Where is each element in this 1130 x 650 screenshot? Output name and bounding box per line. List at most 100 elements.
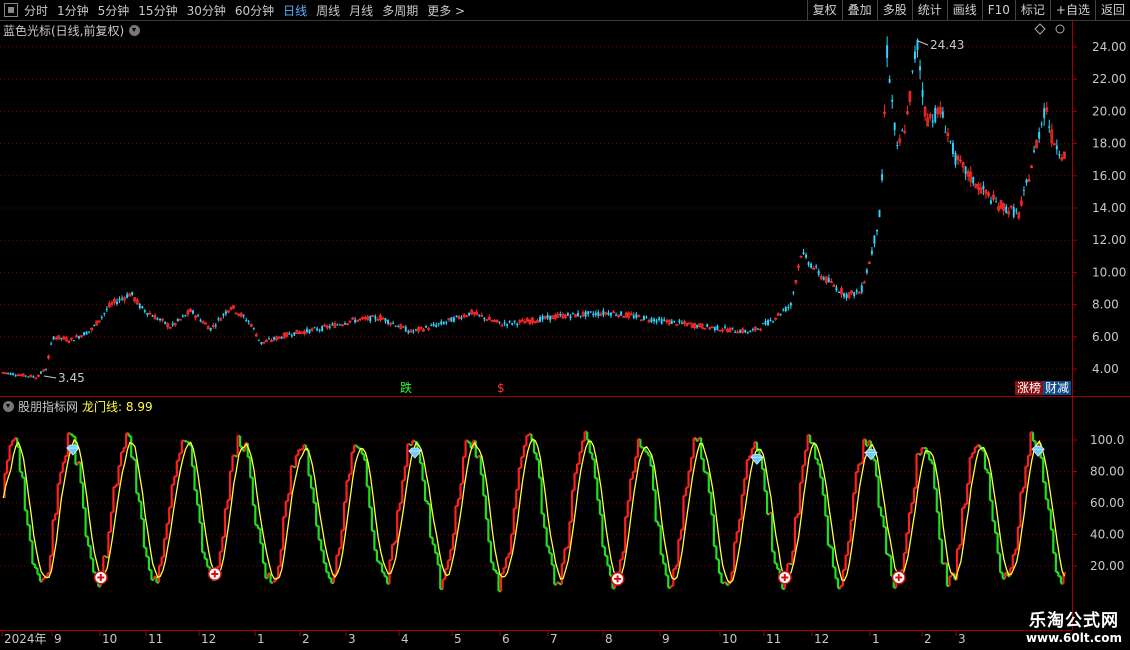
candle-body bbox=[141, 306, 144, 309]
candle-body bbox=[328, 326, 331, 328]
candle-body bbox=[706, 324, 709, 327]
candle-body bbox=[731, 327, 734, 329]
candle-body bbox=[995, 201, 997, 203]
candle-body bbox=[610, 312, 612, 316]
xaxis-label: 11 bbox=[766, 632, 781, 646]
candle-body bbox=[1040, 123, 1043, 125]
sell-diamond-icon bbox=[1031, 445, 1045, 457]
xaxis-label: 8 bbox=[605, 632, 613, 646]
candle-body bbox=[50, 343, 53, 345]
candle-body bbox=[896, 145, 899, 147]
candle-body bbox=[344, 323, 346, 325]
candle-body bbox=[620, 311, 623, 316]
candle-body bbox=[425, 326, 427, 328]
candle-body bbox=[865, 269, 868, 273]
candle-body bbox=[146, 312, 149, 315]
candle-body bbox=[784, 306, 787, 312]
price-tick-label: 24.00 bbox=[1092, 40, 1126, 54]
candle-body bbox=[982, 185, 985, 190]
candle-body bbox=[640, 319, 643, 322]
candle-body bbox=[815, 266, 818, 268]
candle-body bbox=[911, 70, 914, 72]
candle-body bbox=[919, 66, 921, 71]
xaxis-label: 9 bbox=[662, 632, 670, 646]
kline-chart[interactable]: 24.0022.0020.0018.0016.0014.0012.0010.00… bbox=[0, 0, 1130, 650]
candle-body bbox=[27, 376, 30, 378]
candle-body bbox=[138, 303, 141, 309]
candle-body bbox=[1048, 126, 1051, 128]
sell-diamond-icon bbox=[864, 449, 878, 461]
candle-body bbox=[632, 315, 635, 318]
price-tick-label: 14.00 bbox=[1092, 201, 1126, 215]
candle-body bbox=[224, 311, 227, 315]
xaxis-label: 10 bbox=[722, 632, 737, 646]
candle-body bbox=[655, 320, 658, 323]
candle-body bbox=[199, 319, 202, 322]
candle-body bbox=[245, 319, 248, 322]
candle-body bbox=[696, 325, 699, 328]
chevron-down-icon[interactable] bbox=[3, 401, 14, 412]
price-tick-label: 6.00 bbox=[1092, 330, 1119, 344]
candle-body bbox=[435, 324, 438, 327]
candle-body bbox=[559, 314, 562, 316]
finance-badge: 财减 bbox=[1045, 381, 1069, 395]
candle-body bbox=[602, 310, 605, 315]
candle-body bbox=[384, 318, 387, 322]
candle-body bbox=[260, 342, 263, 344]
candle-body bbox=[853, 292, 856, 296]
candle-body bbox=[478, 314, 481, 316]
candle-body bbox=[767, 319, 769, 326]
candle-body bbox=[72, 340, 75, 342]
candle-body bbox=[371, 315, 375, 317]
candle-body bbox=[45, 369, 47, 371]
candle-body bbox=[468, 312, 471, 316]
candle-body bbox=[886, 45, 889, 58]
candle-body bbox=[749, 330, 752, 333]
diamond-icon bbox=[1034, 23, 1046, 35]
max-price-label: 24.43 bbox=[930, 38, 964, 52]
candle-body bbox=[184, 314, 187, 317]
candle-body bbox=[589, 311, 592, 313]
candle-body bbox=[716, 325, 719, 331]
candle-body bbox=[506, 323, 509, 326]
candle-body bbox=[635, 314, 638, 318]
candle-body bbox=[673, 320, 676, 322]
candle-body bbox=[105, 308, 108, 310]
candle-body bbox=[1022, 189, 1025, 191]
candle-body bbox=[1025, 179, 1028, 183]
candle-body bbox=[252, 327, 255, 329]
candle-body bbox=[807, 262, 810, 265]
candle-body bbox=[787, 307, 790, 309]
candle-body bbox=[944, 131, 947, 133]
candle-body bbox=[792, 292, 795, 294]
candle-body bbox=[645, 316, 648, 318]
candle-body bbox=[7, 372, 9, 374]
candle-body bbox=[539, 317, 541, 322]
candle-body bbox=[597, 312, 600, 316]
candle-body bbox=[870, 250, 873, 255]
candle-body bbox=[891, 99, 894, 102]
candle-body bbox=[860, 285, 863, 293]
candle-body bbox=[857, 292, 861, 294]
candle-body bbox=[32, 376, 35, 378]
candle-body bbox=[306, 328, 308, 333]
candle-body bbox=[103, 313, 106, 315]
candle-body bbox=[318, 329, 321, 331]
candle-body bbox=[181, 315, 184, 317]
candle-body bbox=[663, 319, 666, 321]
candle-body bbox=[876, 229, 878, 232]
candle-body bbox=[143, 310, 146, 312]
candle-body bbox=[658, 317, 661, 320]
rank-badge: 涨榜 bbox=[1017, 380, 1041, 395]
candle-body bbox=[901, 130, 904, 132]
candle-body bbox=[387, 319, 389, 324]
xaxis-label: 5 bbox=[454, 632, 462, 646]
candle-body bbox=[394, 325, 397, 327]
candle-body bbox=[653, 319, 655, 322]
candle-body bbox=[78, 336, 80, 339]
candle-body bbox=[164, 321, 167, 324]
candle-body bbox=[34, 377, 38, 380]
candle-body bbox=[952, 142, 954, 155]
candle-body bbox=[176, 319, 179, 322]
xaxis-label: 3 bbox=[958, 632, 966, 646]
